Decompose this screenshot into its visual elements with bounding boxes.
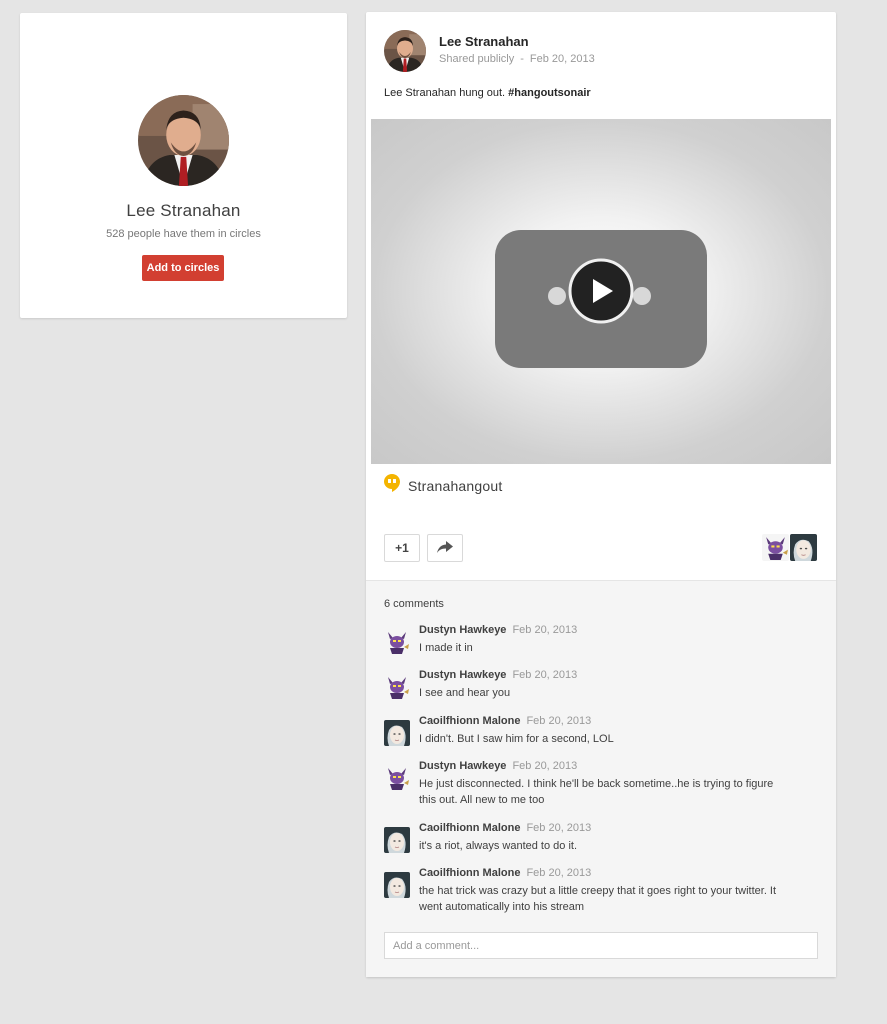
hangout-row: Stranahangout [384,474,502,497]
commenter-name[interactable]: Caoilfhionn Malone [419,867,520,879]
commenter-name[interactable]: Caoilfhionn Malone [419,715,520,727]
add-to-circles-button[interactable]: Add to circles [142,255,224,281]
share-icon [437,540,453,556]
participant-avatar[interactable] [762,534,789,561]
comment-line: I see and hear you [419,687,511,699]
comment-text: I see and hear you [419,685,819,701]
post-body: Lee Stranahan hung out. [384,87,506,99]
comment-line: I didn't. But I saw him for a second, LO… [419,733,614,745]
post-meta: Shared publicly - Feb 20, 2013 [439,53,595,65]
comment-line: I made it in [419,642,473,654]
comment-count[interactable]: 6 comments [384,598,444,610]
author-avatar[interactable] [384,30,426,72]
comment-line: He just disconnected. I think he'll be b… [419,778,774,790]
comment-date: Feb 20, 2013 [526,822,592,834]
participant-avatar[interactable] [790,534,817,561]
profile-avatar[interactable] [138,95,229,186]
comment-text: the hat trick was crazy but a little cre… [419,883,819,915]
hangout-title[interactable]: Stranahangout [408,478,502,494]
comment-text: it's a riot, always wanted to do it. [419,838,819,854]
hashtag-link[interactable]: #hangoutsonair [508,87,591,99]
commenter-avatar[interactable] [384,872,410,898]
commenter-avatar[interactable] [384,827,410,853]
hangouts-icon [384,474,400,497]
video-player[interactable] [371,119,831,464]
comment-text: I made it in [419,640,819,656]
dot-left-icon [548,287,566,305]
comment-date: Feb 20, 2013 [512,760,578,772]
comment-date: Feb 20, 2013 [526,867,592,879]
post-card: Lee Stranahan Shared publicly - Feb 20, 20… [366,12,836,977]
post-text: Lee Stranahan hung out. #hangoutsonair [384,87,591,99]
author-name-link[interactable]: Lee Stranahan [439,34,529,49]
comment-text: I didn't. But I saw him for a second, LO… [419,731,819,747]
share-button[interactable] [427,534,463,562]
comment-date: Feb 20, 2013 [512,624,578,636]
commenter-name[interactable]: Caoilfhionn Malone [419,822,520,834]
profile-name[interactable]: Lee Stranahan [20,201,347,221]
comment-line: went automatically into his stream [419,901,585,913]
hangout-participants [762,534,817,561]
comment-date: Feb 20, 2013 [526,715,592,727]
commenter-name[interactable]: Dustyn Hawkeye [419,760,506,772]
comment-date: Feb 20, 2013 [512,669,578,681]
profile-card: Lee Stranahan 528 people have them in ci… [20,13,347,318]
comment-text: He just disconnected. I think he'll be b… [419,776,819,808]
video-thumbnail [495,230,707,368]
commenter-avatar[interactable] [384,720,410,746]
commenter-avatar[interactable] [384,765,410,791]
commenter-avatar[interactable] [384,674,410,700]
comment-line: it's a riot, always wanted to do it. [419,840,578,852]
plus-one-button[interactable]: +1 [384,534,420,562]
comment-line: this out. All new to me too [419,794,545,806]
visibility-label[interactable]: Shared publicly [439,53,514,65]
commenter-avatar[interactable] [384,629,410,655]
comments-section: 6 comments Dustyn Hawkeye Feb 20, 2013 I … [366,580,836,977]
commenter-name[interactable]: Dustyn Hawkeye [419,624,506,636]
play-icon[interactable] [568,258,634,324]
add-comment-input[interactable] [384,932,818,959]
post-date[interactable]: Feb 20, 2013 [530,53,595,65]
profile-circles-count: 528 people have them in circles [106,228,261,240]
dot-right-icon [633,287,651,305]
meta-separator: - [520,53,524,65]
commenter-name[interactable]: Dustyn Hawkeye [419,669,506,681]
comment-line: the hat trick was crazy but a little cre… [419,885,777,897]
